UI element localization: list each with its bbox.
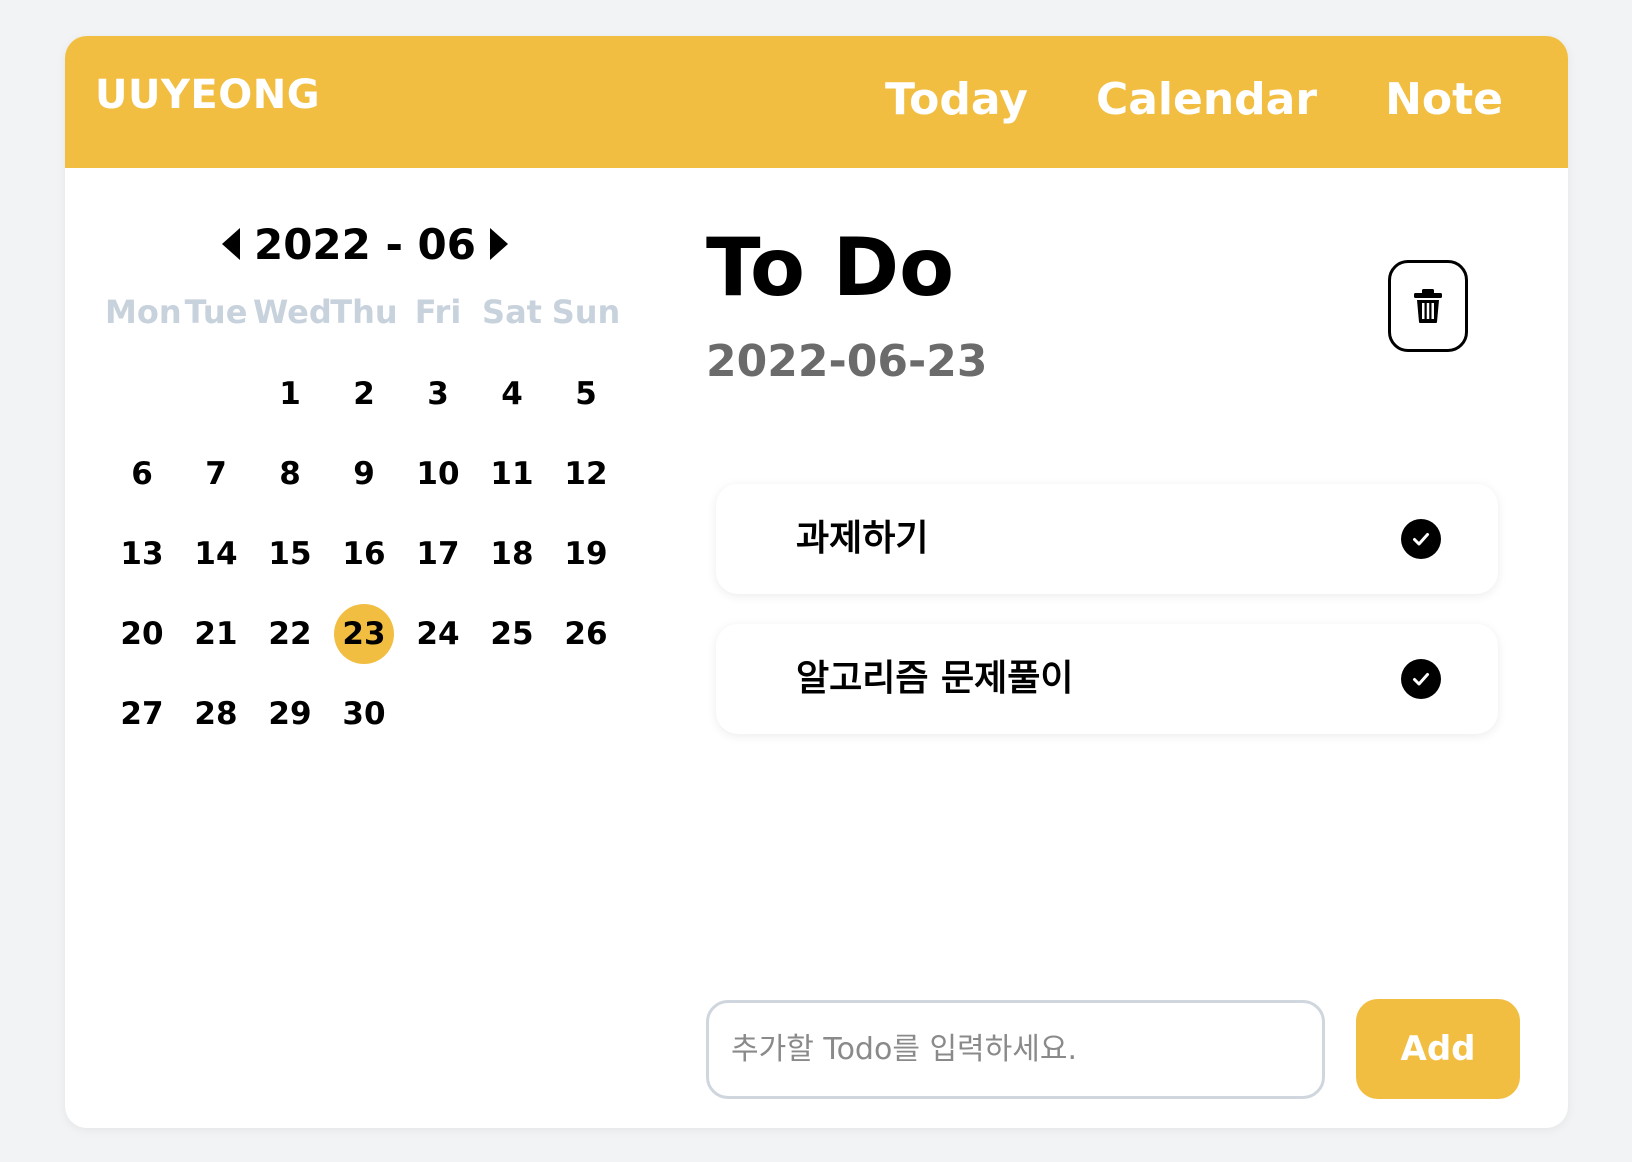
day-cell[interactable]: 25 [482, 604, 542, 664]
day-cell[interactable]: 16 [334, 524, 394, 584]
day-cell[interactable]: 4 [482, 364, 542, 424]
day-cell-selected[interactable]: 23 [334, 604, 394, 664]
day-cell[interactable]: 8 [260, 444, 320, 504]
weekday-label: Mon [105, 293, 182, 331]
nav-note[interactable]: Note [1385, 74, 1503, 125]
todo-date: 2022-06-23 [706, 336, 988, 387]
day-blank [186, 364, 246, 424]
day-grid: 1 2 3 4 5 6 7 8 9 10 11 12 13 14 15 16 17 18 19 20 21 22 23 24 2… [105, 364, 625, 744]
todo-item[interactable]: 과제하기 [716, 484, 1498, 594]
header-bar: UUYEONG Today Calendar Note [65, 36, 1568, 168]
weekday-label: Fri [414, 293, 462, 331]
day-cell[interactable]: 7 [186, 444, 246, 504]
weekday-label: Sat [482, 293, 542, 331]
day-cell[interactable]: 27 [112, 684, 172, 744]
day-blank [112, 364, 172, 424]
day-cell[interactable]: 22 [260, 604, 320, 664]
day-cell[interactable]: 28 [186, 684, 246, 744]
weekday-label: Wed [253, 293, 332, 331]
day-cell[interactable]: 15 [260, 524, 320, 584]
check-circle-icon[interactable] [1401, 659, 1441, 699]
nav-today[interactable]: Today [885, 74, 1028, 125]
top-nav: Today Calendar Note [885, 74, 1503, 125]
delete-button[interactable] [1388, 260, 1468, 352]
weekday-label: Tue [184, 293, 248, 331]
day-cell[interactable]: 17 [408, 524, 468, 584]
month-title: 2022 - 06 [253, 219, 477, 269]
day-cell[interactable]: 2 [334, 364, 394, 424]
logo: UUYEONG [95, 72, 321, 118]
add-button[interactable]: Add [1356, 999, 1520, 1099]
day-cell[interactable]: 19 [556, 524, 616, 584]
day-cell[interactable]: 18 [482, 524, 542, 584]
day-cell[interactable]: 21 [186, 604, 246, 664]
month-navigation: 2022 - 06 [105, 206, 625, 282]
calendar: 2022 - 06 Mon Tue Wed Thu Fri Sat Sun 12345678… [105, 206, 625, 744]
day-cell[interactable]: 29 [260, 684, 320, 744]
todo-input[interactable] [706, 1000, 1325, 1099]
todo-list: 과제하기알고리즘 문제풀이 [716, 484, 1498, 764]
day-cell[interactable]: 24 [408, 604, 468, 664]
nav-calendar[interactable]: Calendar [1096, 74, 1317, 125]
todo-item-text: 과제하기 [796, 518, 929, 559]
day-cell[interactable]: 13 [112, 524, 172, 584]
check-circle-icon[interactable] [1401, 519, 1441, 559]
day-cell[interactable]: 11 [482, 444, 542, 504]
todo-title: To Do [706, 221, 955, 314]
weekday-label: Sun [551, 293, 621, 331]
day-cell[interactable]: 1 [260, 364, 320, 424]
day-cell[interactable]: 20 [112, 604, 172, 664]
day-cell[interactable]: 9 [334, 444, 394, 504]
caret-right-icon[interactable] [490, 228, 509, 260]
app-window: UUYEONG Today Calendar Note 2022 - 06 Mo… [65, 36, 1568, 1128]
day-cell[interactable]: 12 [556, 444, 616, 504]
todo-item[interactable]: 알고리즘 문제풀이 [716, 624, 1498, 734]
day-cell[interactable]: 30 [334, 684, 394, 744]
todo-item-text: 알고리즘 문제풀이 [796, 658, 1074, 699]
day-cell[interactable]: 26 [556, 604, 616, 664]
day-cell[interactable]: 6 [112, 444, 172, 504]
day-cell[interactable]: 5 [556, 364, 616, 424]
weekday-header: Mon Tue Wed Thu Fri Sat Sun [105, 290, 625, 334]
weekday-label: Thu [330, 293, 398, 331]
day-cell[interactable]: 3 [408, 364, 468, 424]
caret-left-icon[interactable] [221, 228, 240, 260]
trash-icon [1414, 289, 1442, 323]
day-cell[interactable]: 14 [186, 524, 246, 584]
day-cell[interactable]: 10 [408, 444, 468, 504]
